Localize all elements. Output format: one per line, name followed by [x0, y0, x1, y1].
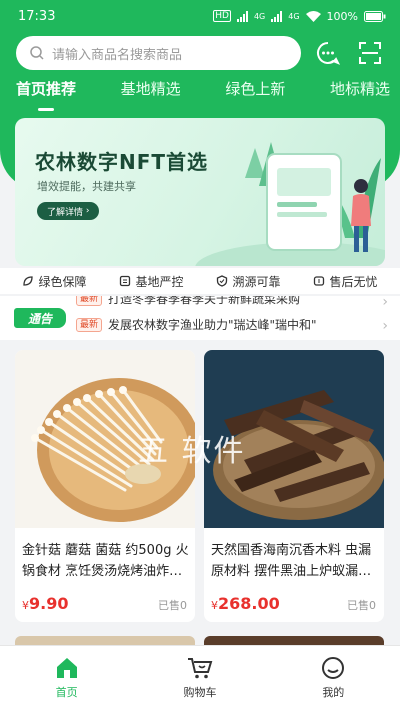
notice-tag: 通告	[14, 308, 66, 328]
notice-text: 发展农林数字渔业助力"瑞达峰"瑞中和"	[108, 318, 317, 332]
product-card[interactable]: 金针菇 蘑菇 菌菇 约500g 火锅食材 烹饪煲汤烧烤油炸… ¥9.90 已售0	[15, 350, 195, 622]
product-price: ¥9.90	[22, 594, 68, 613]
feature-item: 售后无忧	[313, 273, 378, 290]
product-name: 金针菇 蘑菇 菌菇 约500g 火锅食材 烹饪煲汤烧烤油炸…	[22, 543, 189, 579]
feature-label: 售后无忧	[329, 274, 378, 289]
nav-label: 我的	[322, 686, 345, 699]
status-bar: 17:33 HD 4G 4G 100%	[0, 0, 400, 32]
doc-icon	[120, 275, 131, 287]
leaf-icon	[23, 276, 34, 286]
scan-button[interactable]	[355, 38, 385, 68]
product-card[interactable]: 天然国香海南沉香木料 虫漏原材料 摆件黑油上炉蚁漏… ¥268.00 已售0	[204, 350, 384, 622]
network-label: 4G	[253, 11, 266, 21]
search-icon	[30, 46, 44, 60]
chevron-right-icon: ›	[382, 296, 388, 310]
network-label: 4G	[288, 11, 300, 21]
hd-icon: HD	[213, 10, 231, 22]
banner-subtitle: 增效提能，共建共享	[37, 180, 136, 193]
price-value: 9.90	[29, 594, 69, 613]
banner-button-label: 了解详情	[47, 207, 84, 218]
feature-label: 绿色保障	[38, 274, 87, 289]
cart-icon	[187, 658, 213, 679]
feature-item: 溯源可靠	[216, 273, 281, 290]
notice-text: 打造冬季春季春季关于新鲜蔬菜采购	[108, 296, 301, 306]
profile-icon	[322, 657, 345, 679]
chevron-right-icon: ›	[382, 318, 388, 334]
search-placeholder: 请输入商品名搜索商品	[52, 47, 183, 63]
battery-percent: 100%	[326, 9, 358, 23]
nav-home[interactable]: 首页	[27, 656, 107, 711]
feature-strip: 绿色保障 基地严控 溯源可靠 售后无忧	[0, 268, 400, 294]
service-icon	[314, 276, 325, 286]
product-price: ¥268.00	[211, 594, 280, 613]
scan-icon	[359, 42, 381, 64]
banner-title: 农林数字NFT首选	[35, 150, 209, 174]
search-input[interactable]: 请输入商品名搜索商品	[16, 36, 301, 70]
message-button[interactable]	[313, 38, 343, 68]
status-time: 17:33	[18, 8, 56, 24]
notice-badge: 最新	[76, 317, 103, 332]
feature-label: 基地严控	[135, 274, 184, 289]
nav-label: 首页	[55, 686, 78, 699]
feature-label: 溯源可靠	[232, 274, 281, 289]
feature-item: 基地严控	[119, 273, 184, 290]
notice-item[interactable]: 最新 打造冬季春季春季关于新鲜蔬菜采购	[76, 296, 300, 307]
price-value: 268.00	[218, 594, 280, 613]
category-tabs: 首页推荐 基地精选 绿色上新 地标精选	[16, 78, 390, 111]
tab-base-selection[interactable]: 基地精选	[121, 78, 181, 111]
sold-count: 已售0	[158, 599, 187, 612]
shield-icon	[217, 275, 228, 287]
wifi-icon	[305, 10, 321, 22]
chat-icon	[317, 42, 341, 65]
sold-count: 已售0	[347, 599, 376, 612]
notice-badge: 最新	[76, 296, 103, 306]
tab-landmark-selection[interactable]: 地标精选	[330, 78, 390, 111]
banner-learn-more-button[interactable]: 了解详情 ›	[37, 202, 100, 220]
bottom-navigation: 首页 购物车 我的	[0, 645, 400, 711]
nav-cart[interactable]: 购物车	[160, 656, 240, 711]
tab-green-new[interactable]: 绿色上新	[225, 78, 285, 111]
signal-icon	[236, 10, 248, 22]
promo-banner[interactable]: 农林数字NFT首选 增效提能，共建共享 了解详情 ›	[15, 118, 385, 266]
home-icon	[56, 658, 77, 678]
notice-bar[interactable]: 通告 最新 打造冬季春季春季关于新鲜蔬菜采购 最新 发展农林数字渔业助力"瑞达峰…	[0, 296, 400, 340]
nav-profile[interactable]: 我的	[293, 656, 373, 711]
notice-item[interactable]: 最新 发展农林数字渔业助力"瑞达峰"瑞中和"	[76, 316, 317, 333]
banner-illustration	[195, 142, 385, 266]
battery-icon	[364, 10, 386, 22]
product-name: 天然国香海南沉香木料 虫漏原材料 摆件黑油上炉蚁漏…	[211, 543, 372, 579]
signal-icon	[271, 10, 283, 22]
tab-home-recommend[interactable]: 首页推荐	[16, 78, 76, 111]
watermark: 五 软件	[138, 434, 246, 469]
feature-item: 绿色保障	[22, 273, 87, 290]
nav-label: 购物车	[183, 686, 217, 699]
currency-symbol: ¥	[22, 599, 29, 612]
currency-symbol: ¥	[211, 599, 218, 612]
